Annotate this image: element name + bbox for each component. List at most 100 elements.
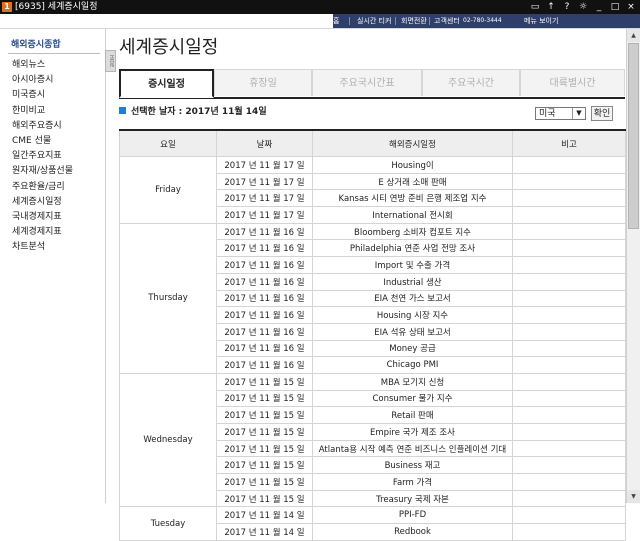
- confirm-button[interactable]: 확인: [591, 106, 613, 121]
- remarks-cell: [512, 272, 626, 291]
- maximize-icon[interactable]: □: [610, 1, 620, 13]
- table-row: Friday 2017 년 11 월 17 일 Housing이: [119, 156, 626, 224]
- pin-icon[interactable]: ↑: [546, 1, 556, 13]
- event-cell: Import 및 수출 가격: [312, 256, 513, 274]
- weekday-cell: Friday: [119, 156, 217, 224]
- sidebar-item-asia-stocks[interactable]: 아시아증시: [12, 73, 73, 88]
- page-title: 세계증시일정: [119, 37, 219, 58]
- event-cell: Redbook: [312, 523, 513, 541]
- event-cell: Business 재고: [312, 456, 513, 475]
- date-cell: 2017 년 11 월 15 일: [216, 406, 313, 424]
- table-row: Wednesday 2017 년 11 월 15 일 MBA 모기지 신청: [119, 372, 626, 508]
- sidebar-item-us-stocks[interactable]: 미국증시: [12, 88, 73, 103]
- hide-sidebar-button[interactable]: HIDE: [105, 50, 116, 72]
- table-row: Thursday 2017 년 11 월 16 일 Bloomberg 소비자 컴포…: [119, 222, 626, 374]
- date-cell: 2017 년 11 월 17 일: [216, 189, 313, 208]
- remarks-cell: [512, 489, 626, 508]
- menu-show-menu[interactable]: 메뉴 보이기: [524, 14, 558, 28]
- remarks-cell: [512, 222, 626, 241]
- date-cell: 2017 년 11 월 15 일: [216, 372, 313, 391]
- remarks-cell: [512, 239, 626, 258]
- country-select[interactable]: 미국 ▼: [535, 107, 586, 120]
- sidebar: 해외증시종합 해외뉴스 아시아증시 미국증시 한미비교 해외주요증시 CME 선…: [0, 29, 106, 503]
- selected-date: 선택한 날자 : 2017년 11월 14일: [119, 105, 267, 119]
- remarks-cell: [512, 456, 626, 475]
- sidebar-heading[interactable]: 해외증시종합: [11, 37, 61, 50]
- country-select-value: 미국: [539, 109, 556, 119]
- sidebar-item-chart-analysis[interactable]: 차트분석: [12, 240, 73, 255]
- menu-customer-center[interactable]: 고객센터: [434, 14, 460, 28]
- help-icon[interactable]: ?: [562, 1, 572, 13]
- event-cell: EIA 천연 가스 보고서: [312, 289, 513, 308]
- date-cell: 2017 년 11 월 16 일: [216, 289, 313, 308]
- sidebar-item-world-economy[interactable]: 세계경제지표: [12, 225, 73, 240]
- sidebar-item-cme-futures[interactable]: CME 선물: [12, 134, 73, 149]
- screen-icon[interactable]: ▭: [530, 1, 540, 13]
- date-cell: 2017 년 11 월 16 일: [216, 322, 313, 341]
- table-row: Tuesday 2017 년 11 월 14 일 PPI-FD: [119, 506, 626, 541]
- remarks-cell: [512, 289, 626, 308]
- menu-home[interactable]: 홈: [333, 14, 339, 28]
- date-cell: 2017 년 11 월 15 일: [216, 456, 313, 475]
- chevron-down-icon[interactable]: ▼: [572, 108, 585, 119]
- event-cell: Retail 판매: [312, 406, 513, 424]
- event-cell: Bloomberg 소비자 컴포트 지수: [312, 222, 513, 241]
- sidebar-item-daily-indicators[interactable]: 일간주요지표: [12, 149, 73, 164]
- date-cell: 2017 년 11 월 17 일: [216, 156, 313, 174]
- remarks-cell: [512, 372, 626, 391]
- remarks-cell: [512, 156, 626, 174]
- sidebar-item-fx-rates[interactable]: 주요환율/금리: [12, 180, 73, 195]
- date-cell: 2017 년 11 월 17 일: [216, 172, 313, 191]
- tab-holidays[interactable]: 휴장일: [214, 69, 312, 96]
- tab-major-times[interactable]: 주요국시간: [422, 69, 520, 96]
- menu-realtime-ticker[interactable]: 실시간 티커: [357, 14, 391, 28]
- schedule-table: 요일 날짜 해외증시일정 비고 Friday 2017 년 11 월 17 일 Ho…: [119, 129, 626, 541]
- sidebar-divider: [8, 53, 100, 54]
- tab-market-schedule[interactable]: 증시일정: [119, 69, 214, 98]
- menu-screen-switch[interactable]: 회면전환: [401, 14, 427, 28]
- date-cell: 2017 년 11 월 16 일: [216, 256, 313, 274]
- sidebar-item-korea-us-compare[interactable]: 한미비교: [12, 104, 73, 119]
- remarks-cell: [512, 322, 626, 341]
- window-title: [6935] 세계증시일정: [15, 2, 98, 12]
- event-cell: Housing 시장 지수: [312, 306, 513, 324]
- date-cell: 2017 년 11 월 15 일: [216, 439, 313, 458]
- menu-bar: 홈 실시간 티커 회면전환 고객센터 02-780-3444 메뉴 보이기: [0, 14, 640, 29]
- header-weekday: 요일: [119, 129, 217, 157]
- remarks-cell: [512, 172, 626, 191]
- event-cell: Empire 국가 제조 조사: [312, 423, 513, 441]
- event-cell: Kansas 시티 연방 준비 은행 제조업 지수: [312, 189, 513, 208]
- top-menu: 홈 실시간 티커 회면전환 고객센터 02-780-3444 메뉴 보이기: [333, 14, 640, 28]
- date-cell: 2017 년 11 월 15 일: [216, 489, 313, 508]
- minimize-icon[interactable]: _: [594, 1, 604, 13]
- date-cell: 2017 년 11 월 16 일: [216, 239, 313, 258]
- tab-continent-times[interactable]: 대륙별시간: [520, 69, 625, 96]
- event-cell: Consumer 물가 지수: [312, 389, 513, 408]
- vertical-scrollbar[interactable]: ▲ ▼: [626, 29, 640, 503]
- remarks-cell: [512, 306, 626, 324]
- sidebar-item-major-overseas-stocks[interactable]: 해외주요증시: [12, 119, 73, 134]
- tab-major-timetable[interactable]: 주요국시간표: [312, 69, 422, 96]
- date-cell: 2017 년 11 월 16 일: [216, 272, 313, 291]
- scroll-down-icon[interactable]: ▼: [627, 490, 640, 503]
- event-cell: Treasury 국제 자본: [312, 489, 513, 508]
- sidebar-item-world-market-calendar[interactable]: 세계증시일정: [12, 195, 73, 210]
- scroll-thumb[interactable]: [628, 43, 639, 229]
- date-cell: 2017 년 11 월 14 일: [216, 506, 313, 525]
- title-bar: 1 [6935] 세계증시일정 ▭ ↑ ? ☼ _ □ ×: [0, 0, 640, 14]
- close-icon[interactable]: ×: [626, 1, 636, 13]
- scroll-up-icon[interactable]: ▲: [627, 29, 640, 42]
- menu-phone-number: 02-780-3444: [463, 17, 502, 24]
- sidebar-item-overseas-news[interactable]: 해외뉴스: [12, 58, 73, 73]
- header-date: 날짜: [216, 129, 313, 157]
- event-cell: PPI-FD: [312, 506, 513, 525]
- remarks-cell: [512, 406, 626, 424]
- sidebar-item-domestic-economy[interactable]: 국내경제지표: [12, 210, 73, 225]
- settings-icon[interactable]: ☼: [578, 1, 588, 13]
- event-cell: Philadelphia 연준 사업 전망 조사: [312, 239, 513, 258]
- header-schedule: 해외증시일정: [312, 129, 513, 157]
- remarks-cell: [512, 389, 626, 408]
- sidebar-menu: 해외뉴스 아시아증시 미국증시 한미비교 해외주요증시 CME 선물 일간주요지…: [12, 58, 73, 255]
- event-cell: Atlanta용 시작 예측 연준 비즈니스 인플레이션 기대: [312, 439, 513, 458]
- sidebar-item-commodity-futures[interactable]: 원자재/상품선물: [12, 164, 73, 179]
